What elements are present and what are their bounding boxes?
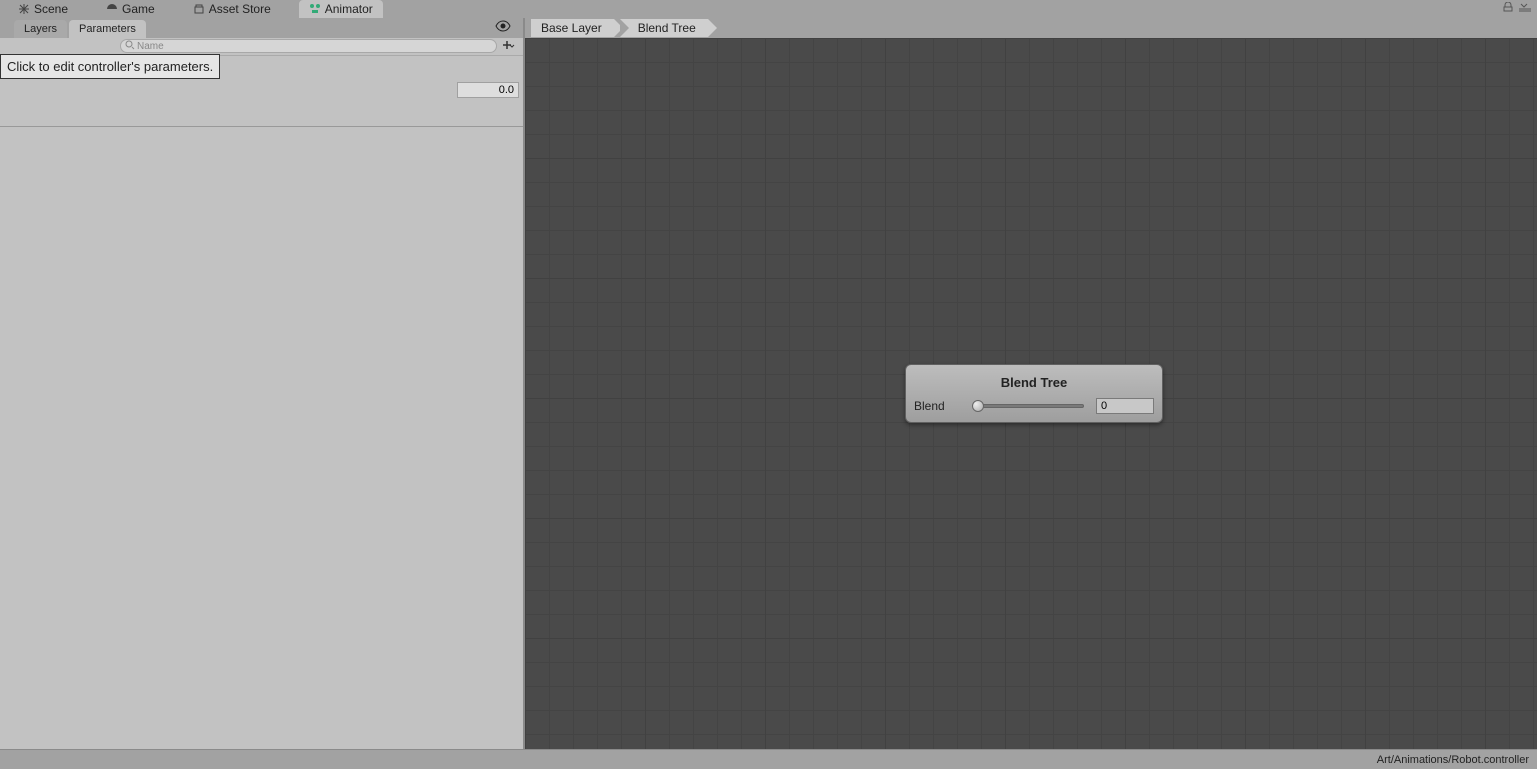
window-controls bbox=[1503, 2, 1531, 12]
subtab-layers[interactable]: Layers bbox=[14, 20, 67, 38]
tooltip: Click to edit controller's parameters. bbox=[0, 54, 220, 79]
tab-scene[interactable]: Scene bbox=[8, 0, 78, 18]
blend-slider[interactable] bbox=[970, 399, 1090, 413]
scene-icon bbox=[18, 3, 30, 15]
parameter-value-field[interactable]: 0.0 bbox=[457, 82, 519, 98]
search-input[interactable]: Name bbox=[120, 39, 497, 53]
lock-icon[interactable] bbox=[1503, 2, 1513, 12]
parameters-panel: Layers Parameters Name Click to edit con… bbox=[0, 18, 525, 749]
tab-game[interactable]: Game bbox=[96, 0, 165, 18]
crumb-label: Base Layer bbox=[541, 21, 602, 35]
asset-store-icon bbox=[193, 3, 205, 15]
tab-label: Game bbox=[122, 2, 155, 16]
subtab-label: Parameters bbox=[79, 23, 136, 35]
crumb-label: Blend Tree bbox=[638, 21, 696, 35]
tooltip-text: Click to edit controller's parameters. bbox=[7, 59, 213, 74]
node-title: Blend Tree bbox=[914, 371, 1154, 398]
parameter-row[interactable]: 0.0 bbox=[457, 82, 519, 98]
tab-asset-store[interactable]: Asset Store bbox=[183, 0, 281, 18]
context-menu-icon[interactable] bbox=[1519, 2, 1531, 12]
eye-icon[interactable] bbox=[495, 20, 511, 32]
slider-thumb[interactable] bbox=[972, 400, 984, 412]
animator-body: Layers Parameters Name Click to edit con… bbox=[0, 18, 1537, 749]
status-bar: Art/Animations/Robot.controller bbox=[0, 749, 1537, 769]
tab-animator[interactable]: Animator bbox=[299, 0, 383, 18]
breadcrumb-item[interactable]: Base Layer bbox=[531, 19, 614, 37]
panel-subtabs: Layers Parameters bbox=[0, 18, 523, 38]
tab-label: Scene bbox=[34, 2, 68, 16]
node-param-label: Blend bbox=[914, 399, 964, 413]
tab-label: Asset Store bbox=[209, 2, 271, 16]
breadcrumb: Base Layer Blend Tree bbox=[525, 18, 1537, 38]
tab-label: Animator bbox=[325, 2, 373, 16]
blend-tree-node[interactable]: Blend Tree Blend 0 bbox=[905, 364, 1163, 423]
graph-canvas[interactable]: Blend Tree Blend 0 bbox=[525, 38, 1537, 749]
window-tabs: Scene Game Asset Store Animator bbox=[0, 0, 1537, 18]
game-icon bbox=[106, 3, 118, 15]
graph-panel: Base Layer Blend Tree Blend Tree Blend 0 bbox=[525, 18, 1537, 749]
search-placeholder: Name bbox=[137, 41, 164, 52]
parameter-list bbox=[0, 126, 523, 749]
slider-track bbox=[976, 404, 1084, 408]
add-parameter-button[interactable] bbox=[499, 38, 519, 54]
subtab-label: Layers bbox=[24, 23, 57, 35]
blend-value-field[interactable]: 0 bbox=[1096, 398, 1154, 414]
breadcrumb-item[interactable]: Blend Tree bbox=[620, 19, 708, 37]
subtab-parameters[interactable]: Parameters bbox=[69, 20, 146, 38]
node-param-row: Blend 0 bbox=[914, 398, 1154, 414]
search-icon bbox=[125, 40, 135, 50]
asset-path: Art/Animations/Robot.controller bbox=[1377, 754, 1529, 766]
animator-icon bbox=[309, 3, 321, 15]
